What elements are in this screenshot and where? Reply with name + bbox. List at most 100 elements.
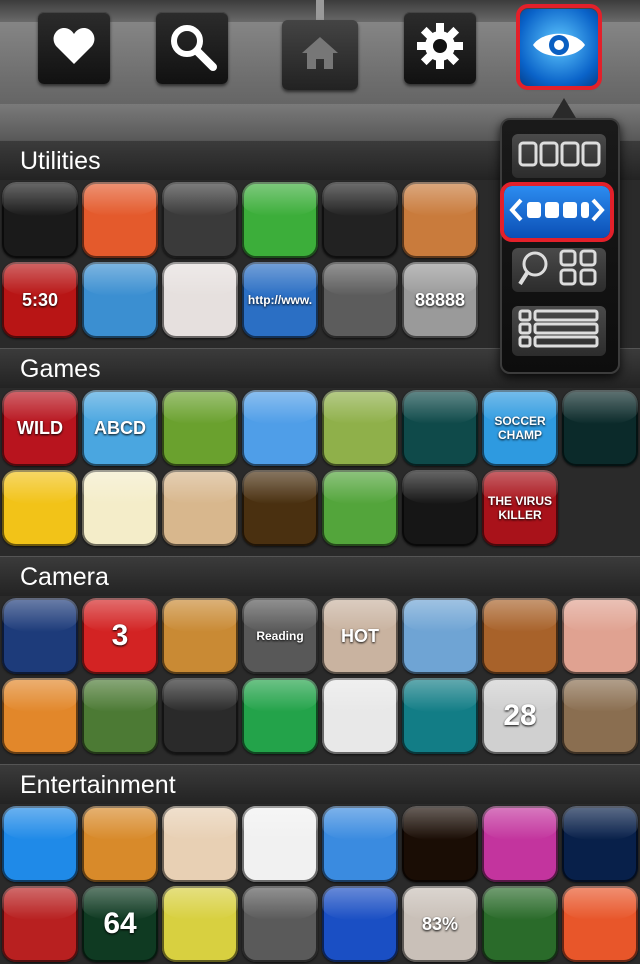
- light-man-app[interactable]: [82, 806, 158, 882]
- view-option-list[interactable]: [512, 306, 606, 356]
- eye-icon: [531, 28, 587, 67]
- love-meter-app[interactable]: 83%: [402, 886, 478, 962]
- video-app[interactable]: [2, 598, 78, 674]
- app-icon-text: 83%: [421, 913, 459, 934]
- reading-app[interactable]: Reading: [242, 598, 318, 674]
- calendar-camera-app[interactable]: 28: [482, 678, 558, 754]
- game-controller-app[interactable]: [242, 886, 318, 962]
- alarm-clock-app[interactable]: 5:30: [2, 262, 78, 338]
- voice-recorder-app[interactable]: [322, 182, 398, 258]
- heart-rate-app[interactable]: 64: [82, 886, 158, 962]
- sync-app[interactable]: [242, 182, 318, 258]
- app-icon-row: 64 83%: [0, 884, 640, 964]
- app-icon-text: http://www.: [247, 293, 313, 307]
- target-phone-app[interactable]: [482, 886, 558, 962]
- virus-app[interactable]: [322, 470, 398, 546]
- blue-orb-app[interactable]: [562, 806, 638, 882]
- list-view-icon: [517, 308, 601, 355]
- abc-app[interactable]: ABCD: [82, 390, 158, 466]
- search-grid-icon: [517, 248, 601, 293]
- scroll-row-icon: [509, 195, 605, 230]
- warning-app[interactable]: [242, 806, 318, 882]
- view-option-scroll-row[interactable]: [500, 182, 614, 242]
- browser-app[interactable]: http://www.: [242, 262, 318, 338]
- app-icon-text: THE VIRUS KILLER: [487, 494, 552, 522]
- neon-u-app[interactable]: [402, 470, 478, 546]
- app-icon-text: Reading: [256, 629, 304, 643]
- view-option-search-grid[interactable]: [512, 248, 606, 292]
- radar-app[interactable]: [562, 390, 638, 466]
- view-mode-menu: [500, 118, 620, 374]
- home-icon: [300, 35, 340, 76]
- section-header: Camera: [0, 556, 640, 596]
- app-icon-row: 3 Reading HOT: [0, 596, 640, 676]
- heart-icon: [52, 26, 96, 71]
- view-option-four-squares[interactable]: [512, 134, 606, 178]
- app-icon-row: 28: [0, 676, 640, 756]
- power-app[interactable]: [562, 886, 638, 962]
- view-mode-button[interactable]: [516, 4, 602, 90]
- section-header: Entertainment: [0, 764, 640, 804]
- app-icon-text: ABCD: [94, 417, 146, 438]
- photo-crop-app[interactable]: [162, 598, 238, 674]
- cannon-app[interactable]: [242, 470, 318, 546]
- binoculars-app[interactable]: [82, 678, 158, 754]
- eye-color-app[interactable]: [322, 678, 398, 754]
- moon-sleep-app[interactable]: [322, 806, 398, 882]
- soccer-champ-app[interactable]: SOCCER CHAMP: [482, 390, 558, 466]
- app-icon-row: THE VIRUS KILLER: [0, 468, 640, 548]
- kiss-app[interactable]: [562, 598, 638, 674]
- jungle-app[interactable]: [162, 390, 238, 466]
- message-app[interactable]: [162, 886, 238, 962]
- green-man-app[interactable]: [242, 678, 318, 754]
- app-icon-row: WILD ABCD SOCCER CHAMP: [0, 388, 640, 468]
- shield-app[interactable]: [162, 182, 238, 258]
- candle-app[interactable]: [402, 806, 478, 882]
- app-icon-row: [0, 804, 640, 884]
- birthday-cake-app[interactable]: [482, 806, 558, 882]
- four-squares-row-icon: [517, 140, 601, 173]
- star-flower-app[interactable]: [2, 886, 78, 962]
- calculator-app[interactable]: 88888: [402, 262, 478, 338]
- blue-monster-app[interactable]: [2, 806, 78, 882]
- robber-app[interactable]: [2, 470, 78, 546]
- rotate-photo-app[interactable]: [482, 598, 558, 674]
- keyhole-app[interactable]: [162, 678, 238, 754]
- search-icon: [167, 21, 217, 76]
- app-icon-text: SOCCER CHAMP: [494, 414, 546, 442]
- explosion-app[interactable]: [322, 390, 398, 466]
- checklist-app[interactable]: [82, 182, 158, 258]
- ruler-app[interactable]: [402, 678, 478, 754]
- cute-photo-app[interactable]: HOT: [322, 598, 398, 674]
- popover-arrow: [552, 98, 576, 118]
- funny-face-app[interactable]: [2, 678, 78, 754]
- app-icon-text: 5:30: [21, 289, 59, 310]
- app-icon-text: 28: [503, 699, 537, 732]
- gallery-app[interactable]: [402, 598, 478, 674]
- app-icon-text: WILD: [17, 417, 63, 438]
- flashlight-app[interactable]: [2, 182, 78, 258]
- countdown-app[interactable]: 3: [82, 598, 158, 674]
- phone-pig-app[interactable]: [162, 806, 238, 882]
- blue-portal-app[interactable]: [322, 886, 398, 962]
- lips-app[interactable]: [162, 262, 238, 338]
- favorites-button[interactable]: [38, 12, 110, 84]
- toolbar-divider: [316, 0, 324, 22]
- finger-slice-app[interactable]: [162, 470, 238, 546]
- virus-killer-app[interactable]: THE VIRUS KILLER: [482, 470, 558, 546]
- settings-button[interactable]: [404, 12, 476, 84]
- tip-calculator-app[interactable]: [402, 182, 478, 258]
- gear-icon: [415, 21, 465, 76]
- fisherman-app[interactable]: [562, 678, 638, 754]
- wild-app[interactable]: WILD: [2, 390, 78, 466]
- microphone-app[interactable]: [322, 262, 398, 338]
- app-icon-text: HOT: [341, 625, 379, 646]
- zip-app[interactable]: [82, 262, 158, 338]
- bubbles-app[interactable]: [242, 390, 318, 466]
- app-icon-text: 3: [111, 619, 129, 652]
- home-button[interactable]: [282, 20, 358, 90]
- app-icon-text: 88888: [414, 289, 466, 310]
- sparkle-app[interactable]: [402, 390, 478, 466]
- balloons-app[interactable]: [82, 470, 158, 546]
- search-button[interactable]: [156, 12, 228, 84]
